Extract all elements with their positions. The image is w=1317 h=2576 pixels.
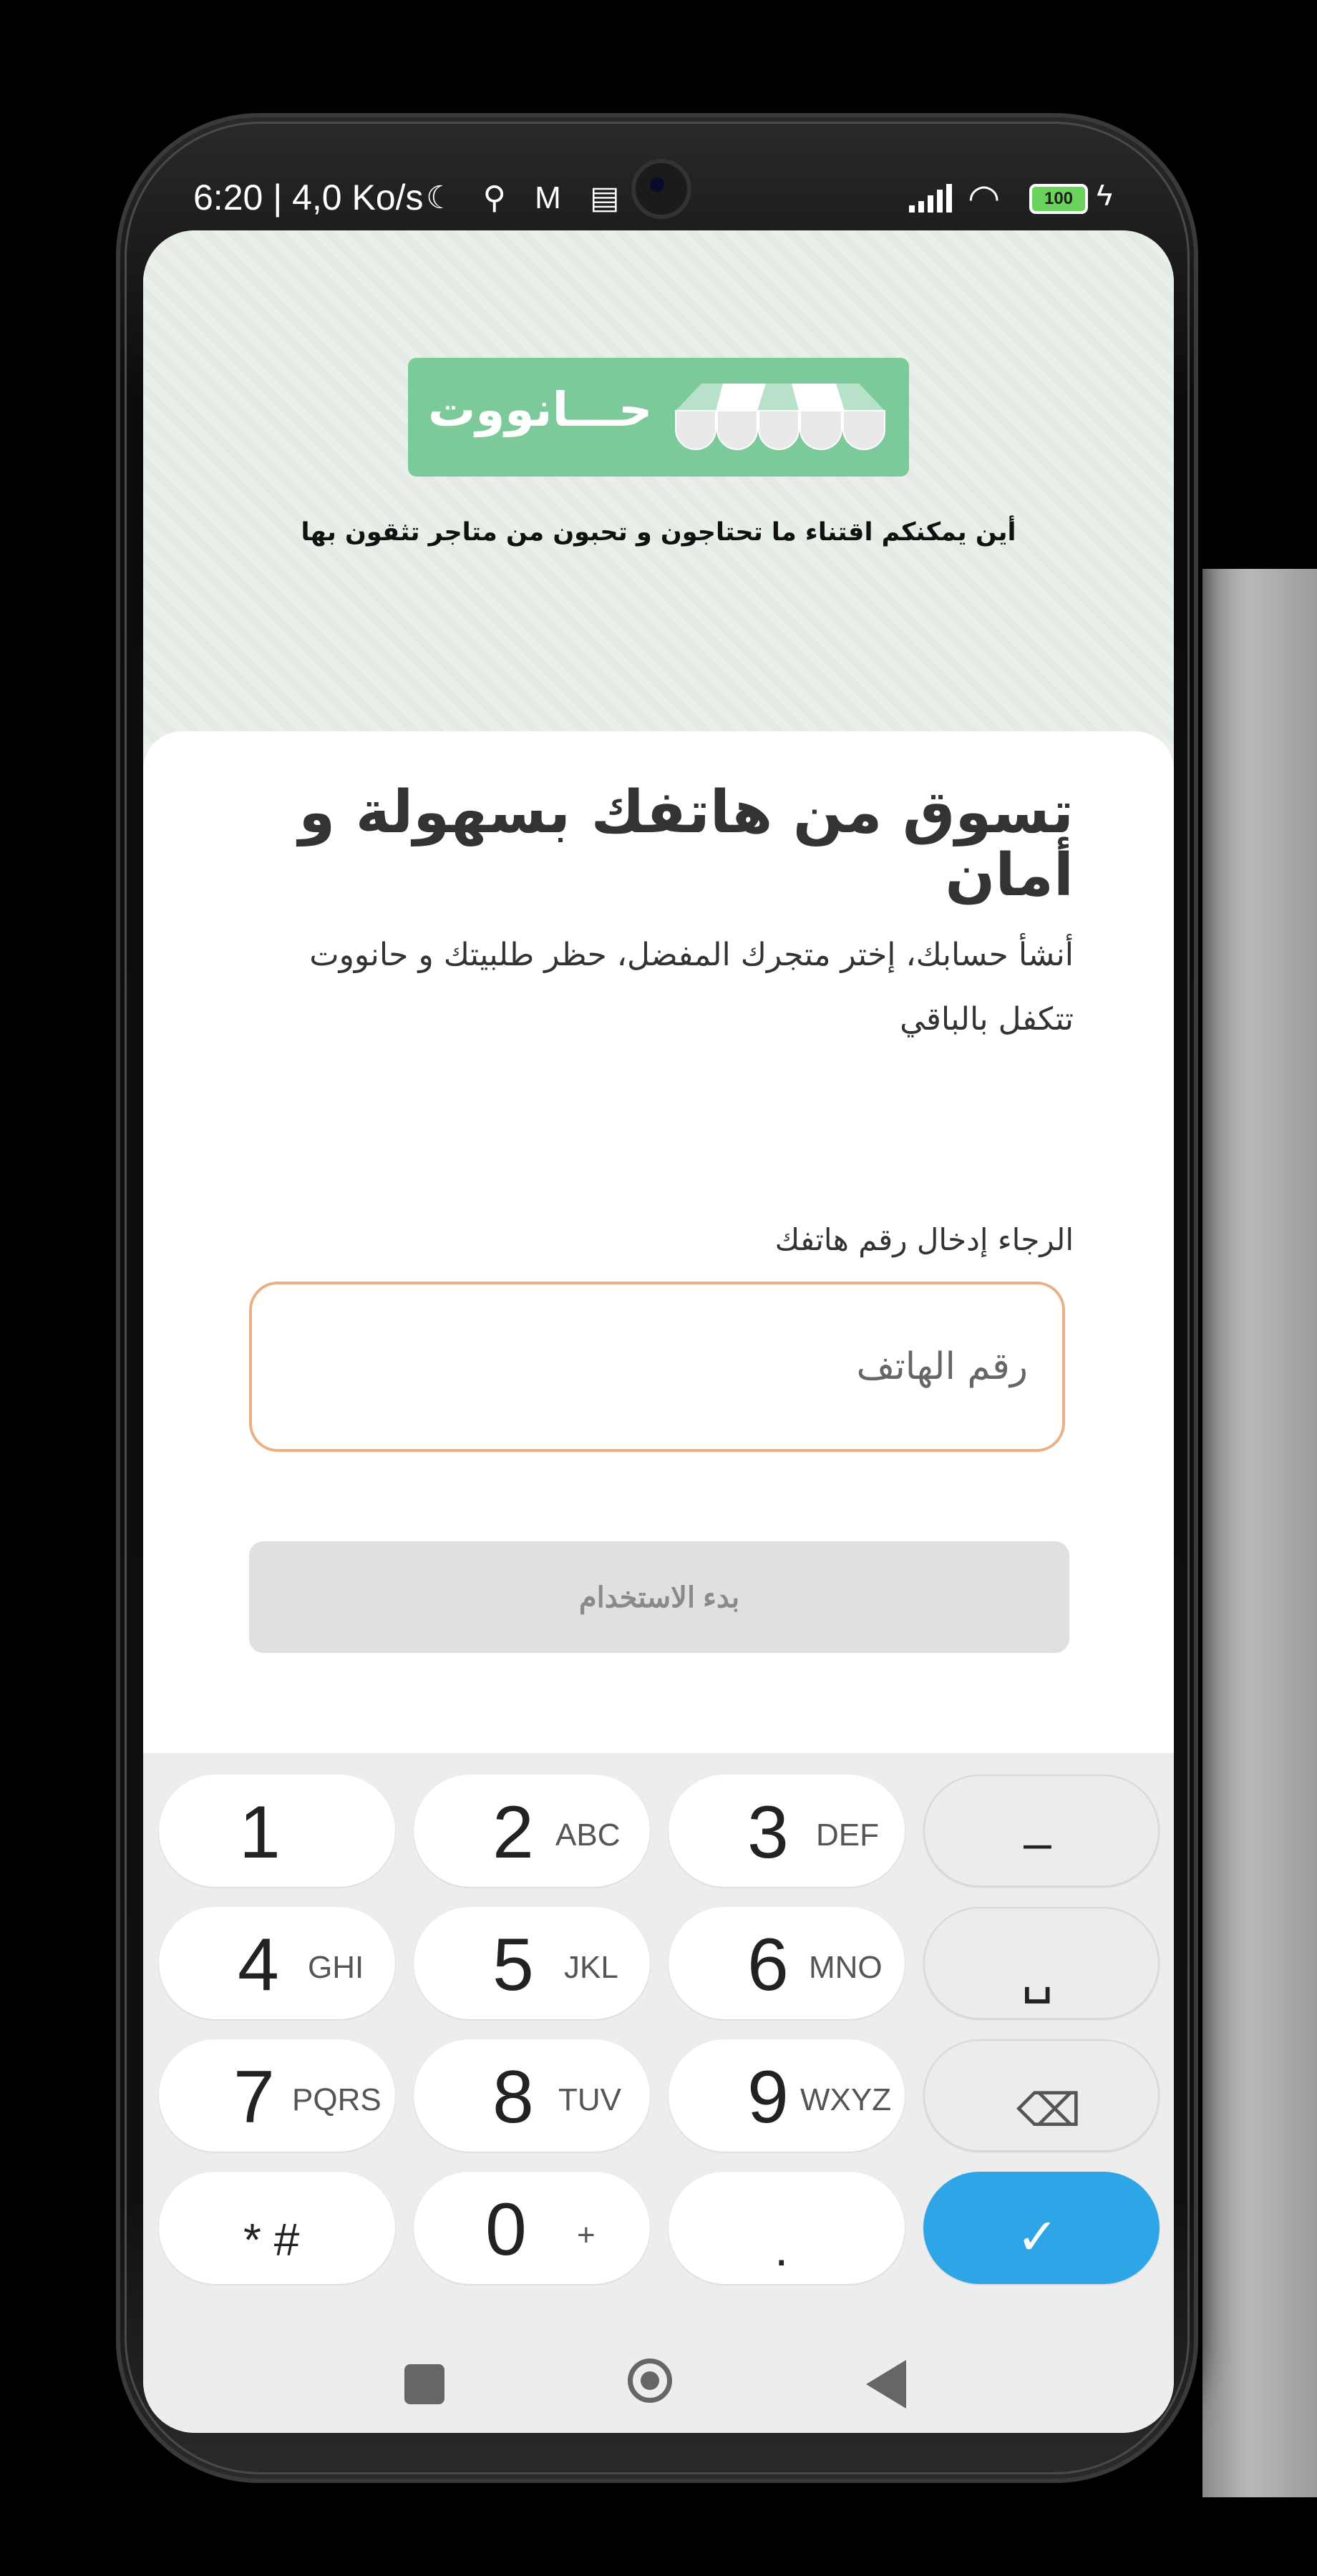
confirm-key[interactable]: ✓: [923, 2172, 1160, 2284]
recent-apps-icon[interactable]: [404, 2364, 444, 2404]
key-letters: WXYZ: [800, 2082, 892, 2117]
key-label: 1: [239, 1791, 281, 1874]
key-label: 7: [233, 2056, 275, 2139]
background-panel: [1202, 844, 1317, 995]
background-panel: [1202, 569, 1317, 844]
key-letters: DEF: [816, 1818, 879, 1853]
key-letters: ABC: [555, 1818, 621, 1853]
key-label: 8: [492, 2056, 534, 2139]
key-letters: +: [577, 2218, 596, 2253]
key-label: 2: [492, 1791, 534, 1874]
phone-number-input[interactable]: [249, 1282, 1065, 1452]
key-letters: TUV: [558, 2082, 621, 2117]
home-icon[interactable]: [628, 2358, 672, 2403]
backspace-icon: ⌫: [1016, 2084, 1082, 2136]
wifi-icon: ◠: [968, 177, 1001, 219]
signup-card: تسوق من هاتفك بسهولة و أمان أنشأ حسابك، …: [143, 731, 1174, 1790]
navigation-bar: [143, 2358, 1174, 2433]
key-0[interactable]: 0 +: [414, 2172, 650, 2284]
tagline: أين يمكنكم اقتناء ما تحتاجون و تحبون من …: [301, 518, 1016, 547]
app-screen: حـــانووت أين يمكنكم اقتناء ما تحتاجون و…: [143, 230, 1174, 2433]
key-7[interactable]: 7 PQRS: [159, 2039, 395, 2152]
page-title: تسوق من هاتفك بسهولة و أمان: [298, 779, 1074, 909]
space-key[interactable]: ␣: [923, 1907, 1160, 2019]
dash-key[interactable]: –: [923, 1775, 1160, 1887]
key-letters: GHI: [308, 1950, 364, 1985]
key-label: 5: [492, 1923, 534, 2006]
key-5[interactable]: 5 JKL: [414, 1907, 650, 2019]
key-label: 4: [238, 1923, 279, 2006]
front-camera: [631, 159, 691, 219]
background-panel: [1202, 995, 1317, 1138]
key-label: 6: [747, 1923, 789, 2006]
key-8[interactable]: 8 TUV: [414, 2039, 650, 2152]
back-icon[interactable]: [866, 2360, 906, 2409]
awning-icon: [675, 384, 885, 450]
key-6[interactable]: 6 MNO: [669, 1907, 905, 2019]
background-panel: [1202, 1138, 1317, 2497]
key-label: 0: [485, 2188, 527, 2271]
signal-icon: [909, 184, 952, 213]
start-button[interactable]: بدء الاستخدام: [249, 1541, 1069, 1653]
key-letters: MNO: [809, 1950, 883, 1985]
numeric-keypad: 1 2 ABC 3 DEF – 4 GHI 5 JKL 6 MNO ␣ 7 PQ…: [143, 1753, 1174, 2433]
notification-icons: ☾ ⚲ M ▤: [426, 180, 630, 215]
key-9[interactable]: 9 WXYZ: [669, 2039, 905, 2152]
key-label: –: [1024, 1815, 1051, 1870]
key-2[interactable]: 2 ABC: [414, 1775, 650, 1887]
key-letters: PQRS: [292, 2082, 382, 2117]
key-dot[interactable]: .: [669, 2172, 905, 2284]
key-label: * #: [243, 2214, 300, 2265]
key-label: .: [774, 2220, 789, 2276]
phone-field-label: الرجاء إدخال رقم هاتفك: [774, 1222, 1074, 1257]
key-label: 3: [747, 1791, 789, 1874]
page-subtitle: أنشأ حسابك، إختر متجرك المفضل، حظر طلبيت…: [309, 937, 1074, 1038]
battery-icon: 100: [1029, 184, 1088, 214]
key-1[interactable]: 1: [159, 1775, 395, 1887]
key-star-hash[interactable]: * #: [159, 2172, 395, 2284]
key-3[interactable]: 3 DEF: [669, 1775, 905, 1887]
key-letters: JKL: [564, 1950, 618, 1985]
logo-text: حـــانووت: [428, 382, 653, 437]
charging-icon: ϟ: [1097, 178, 1113, 212]
app-logo: حـــانووت: [408, 358, 909, 477]
space-icon: ␣: [1021, 1947, 1054, 2003]
key-label: 9: [747, 2056, 789, 2139]
hero-section: حـــانووت أين يمكنكم اقتناء ما تحتاجون و…: [143, 230, 1174, 746]
backspace-key[interactable]: ⌫: [923, 2039, 1160, 2152]
status-time: 6:20 | 4,0 Ko/s: [193, 177, 424, 218]
key-4[interactable]: 4 GHI: [159, 1907, 395, 2019]
checkmark-icon: ✓: [1016, 2209, 1059, 2265]
